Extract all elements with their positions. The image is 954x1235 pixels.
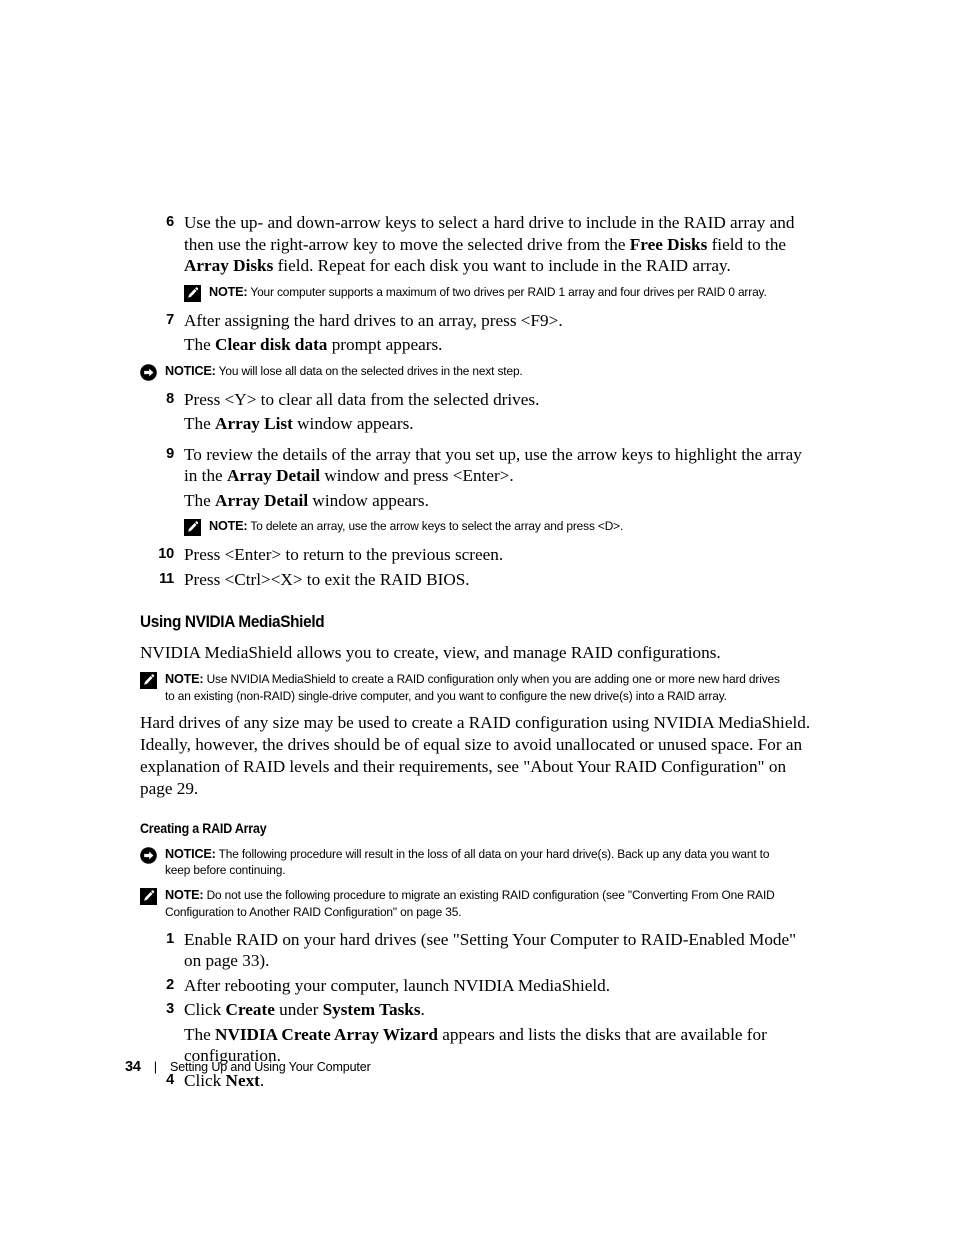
step-continuation: The Clear disk data prompt appears. [184, 334, 816, 356]
step-text: After assigning the hard drives to an ar… [184, 310, 563, 330]
note-text: NOTE: To delete an array, use the arrow … [209, 518, 792, 535]
document-page: 6 Use the up- and down-arrow keys to sel… [0, 0, 954, 1235]
text-part: The [184, 414, 216, 433]
text-part: The [184, 1024, 216, 1044]
step-number: 10 [158, 546, 174, 562]
pencil-note-icon [140, 671, 157, 689]
note-text: NOTE: Use NVIDIA MediaShield to create a… [165, 671, 790, 705]
note-text: NOTE: Do not use the following procedure… [165, 887, 790, 921]
pencil-note-icon [184, 284, 201, 302]
ui-term: Array Detail [226, 466, 321, 485]
text-part: prompt appears. [327, 335, 443, 354]
step-number: 7 [166, 311, 174, 328]
step-text: Press <Ctrl><X> to exit the RAID BIOS. [184, 569, 470, 589]
ui-term: Array Disks [184, 256, 274, 275]
text-part: The [184, 335, 216, 354]
list-item: 7 After assigning the hard drives to an … [140, 310, 816, 332]
pencil-note-icon [140, 888, 157, 906]
list-item: 3 Click Create under System Tasks. [140, 999, 816, 1021]
notice-text: NOTICE: You will lose all data on the se… [165, 363, 790, 380]
list-item: 2 After rebooting your computer, launch … [140, 975, 816, 997]
section-heading: Using NVIDIA MediaShield [140, 613, 325, 631]
text-part: window appears. [292, 414, 414, 433]
text-part: Click [184, 1000, 226, 1020]
note-callout: NOTE: To delete an array, use the arrow … [184, 518, 816, 536]
ui-term: Array List [215, 414, 293, 433]
note-body: Use NVIDIA MediaShield to create a RAID … [165, 671, 780, 703]
notice-callout: NOTICE: The following procedure will res… [140, 846, 816, 880]
ui-term: Create [225, 1000, 275, 1020]
step-number: 8 [166, 390, 174, 407]
section-body: Hard drives of any size may be used to c… [140, 713, 811, 798]
list-item: 10 Press <Enter> to return to the previo… [140, 544, 816, 566]
page-content: 6 Use the up- and down-arrow keys to sel… [140, 212, 816, 1094]
list-item: 8 Press <Y> to clear all data from the s… [140, 389, 816, 411]
ui-term: Clear disk data [215, 335, 328, 354]
step-text: Use the up- and down-arrow keys to selec… [184, 212, 816, 277]
ui-term: System Tasks [322, 1000, 421, 1020]
section-subheading: Creating a RAID Array [140, 820, 267, 836]
ui-term: Array Detail [215, 490, 309, 510]
note-body: Do not use the following procedure to mi… [165, 888, 775, 919]
section-intro: NVIDIA MediaShield allows you to create,… [140, 643, 721, 662]
list-item: 11 Press <Ctrl><X> to exit the RAID BIOS… [140, 569, 816, 591]
note-callout: NOTE: Do not use the following procedure… [140, 887, 816, 921]
step-text-part: field to the [707, 234, 787, 254]
note-label: NOTE: [209, 283, 248, 299]
note-label: NOTE: [165, 670, 204, 686]
step-text: Click Create under System Tasks. [184, 999, 816, 1021]
arrow-notice-icon [140, 363, 157, 381]
notice-label: NOTICE: [165, 845, 216, 861]
text-part: under [274, 1000, 323, 1020]
step-number: 11 [159, 570, 174, 587]
text-part: window appears. [308, 490, 429, 510]
step-text: Press <Y> to clear all data from the sel… [184, 389, 540, 409]
step-text: To review the details of the array that … [184, 444, 816, 487]
text-part: . [420, 1000, 425, 1020]
notice-body: You will lose all data on the selected d… [218, 363, 523, 378]
text-part: window and press <Enter>. [320, 466, 514, 485]
list-item: 6 Use the up- and down-arrow keys to sel… [140, 212, 816, 277]
note-label: NOTE: [165, 887, 204, 903]
pencil-note-icon [184, 519, 201, 536]
step-text: After rebooting your computer, launch NV… [184, 975, 611, 995]
note-text: NOTE: Your computer supports a maximum o… [209, 284, 792, 301]
step-number: 9 [166, 445, 174, 462]
note-body: Your computer supports a maximum of two … [250, 284, 767, 299]
step-text: Press <Enter> to return to the previous … [184, 545, 504, 564]
text-part: The [184, 490, 216, 510]
list-item: 1 Enable RAID on your hard drives (see "… [140, 929, 816, 972]
page-number: 34 [125, 1059, 141, 1075]
step-continuation: The Array List window appears. [184, 413, 816, 435]
notice-callout: NOTICE: You will lose all data on the se… [140, 363, 816, 381]
notice-text: NOTICE: The following procedure will res… [165, 846, 790, 880]
list-item: 9 To review the details of the array tha… [140, 444, 816, 487]
arrow-notice-icon [140, 846, 157, 864]
notice-body: The following procedure will result in t… [165, 846, 770, 878]
ui-term: Free Disks [629, 234, 708, 254]
step-number: 3 [166, 1001, 174, 1018]
step-text: Enable RAID on your hard drives (see "Se… [184, 929, 797, 971]
step-text-part: field. Repeat for each disk you want to … [273, 256, 731, 275]
note-body: To delete an array, use the arrow keys t… [250, 519, 624, 533]
page-footer: 34 | Setting Up and Using Your Computer [125, 1059, 381, 1075]
step-number: 1 [166, 930, 174, 947]
note-label: NOTE: [209, 518, 248, 533]
note-callout: NOTE: Your computer supports a maximum o… [184, 284, 816, 302]
step-number: 2 [166, 976, 174, 993]
footer-separator: | [153, 1059, 158, 1074]
footer-title: Setting Up and Using Your Computer [170, 1059, 371, 1074]
note-callout: NOTE: Use NVIDIA MediaShield to create a… [140, 671, 816, 705]
notice-label: NOTICE: [165, 362, 216, 378]
ui-term: NVIDIA Create Array Wizard [215, 1024, 438, 1044]
step-continuation: The Array Detail window appears. [184, 490, 816, 512]
step-number: 6 [166, 214, 174, 230]
